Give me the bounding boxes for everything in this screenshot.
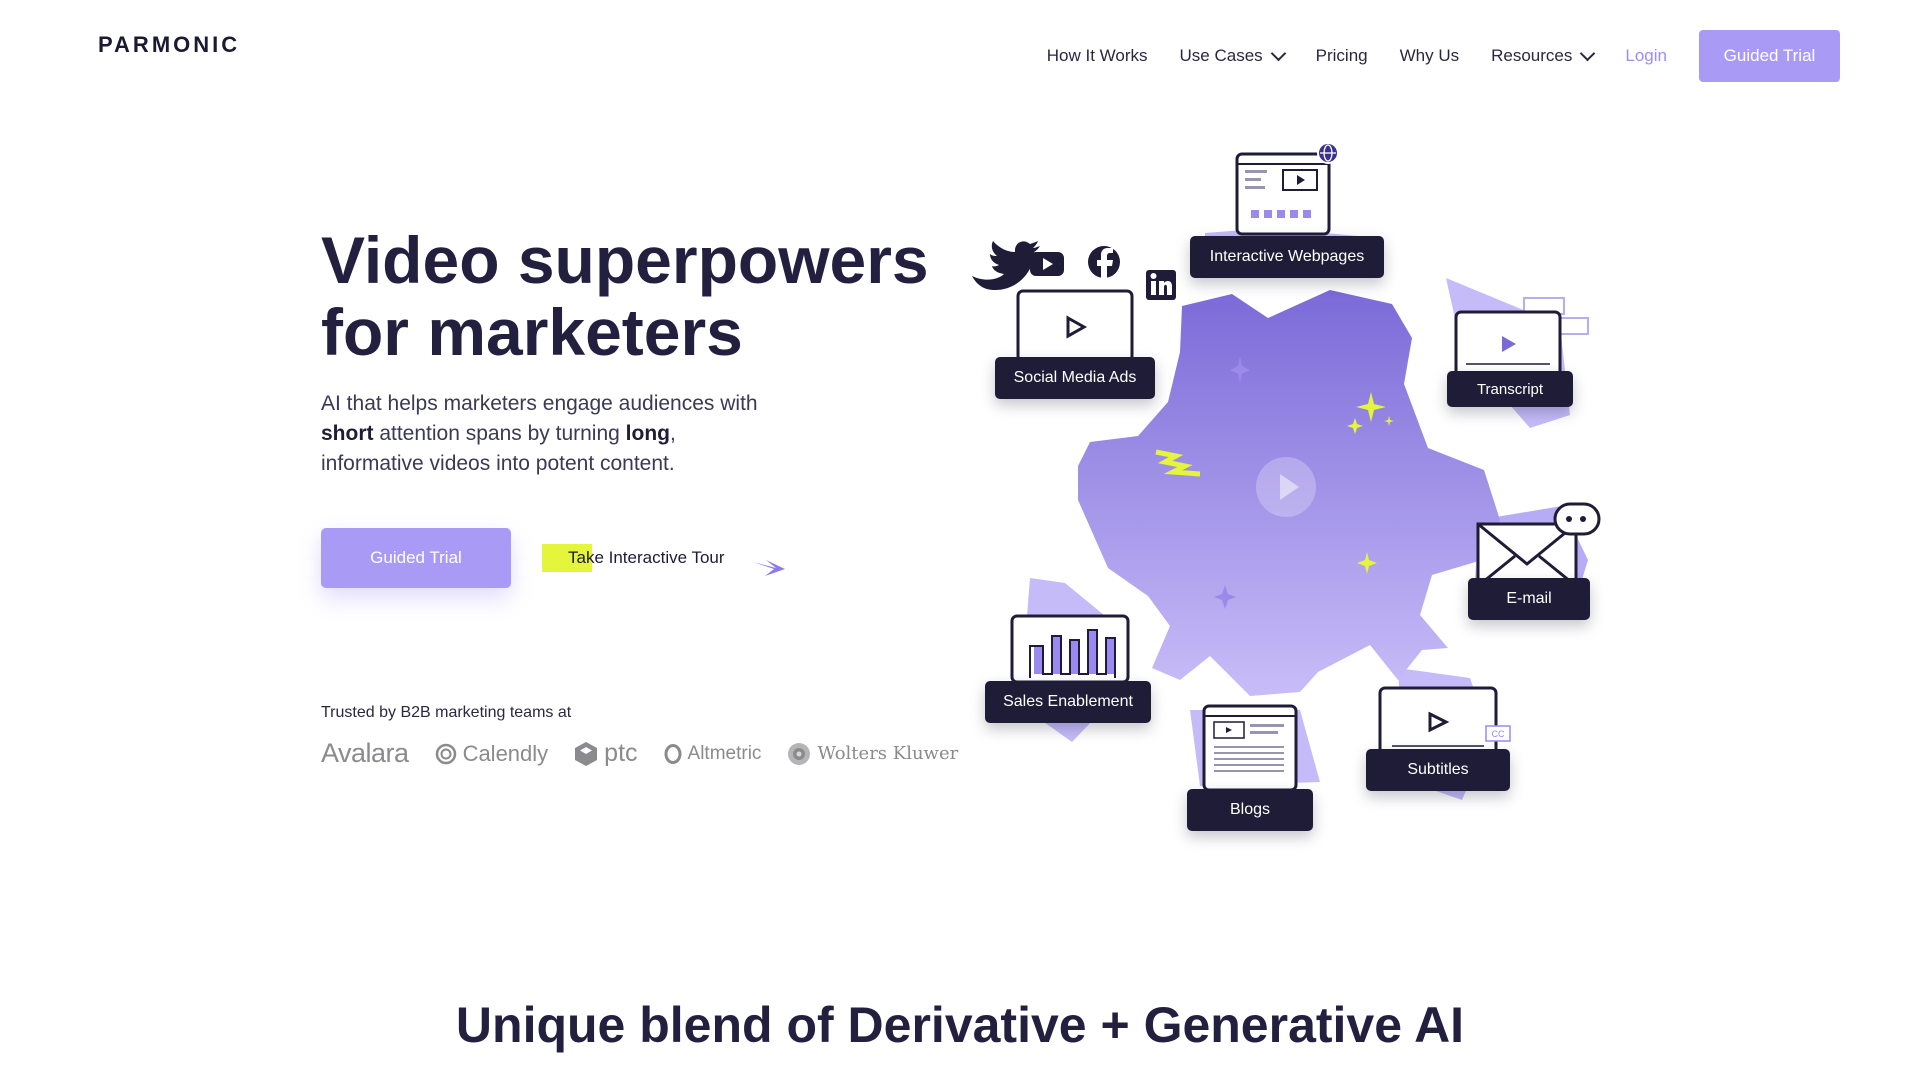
login-link[interactable]: Login bbox=[1625, 46, 1667, 66]
nav-label: How It Works bbox=[1046, 46, 1148, 65]
trusted-by-label: Trusted by B2B marketing teams at bbox=[321, 704, 572, 721]
nav-why-us[interactable]: Why Us bbox=[1400, 30, 1460, 82]
twitter-icon bbox=[972, 241, 1040, 290]
hero-title-line1: Video superpowers bbox=[321, 223, 929, 297]
logo-text: Calendly bbox=[462, 740, 549, 766]
nav-label: Use Cases bbox=[1179, 46, 1263, 65]
section-title: Unique blend of Derivative + Generative … bbox=[455, 997, 1465, 1053]
hero-guided-trial-button[interactable]: Guided Trial bbox=[321, 528, 511, 588]
wolters-kluwer-icon bbox=[788, 742, 811, 765]
facebook-icon bbox=[1088, 246, 1120, 278]
blob-email bbox=[1474, 506, 1588, 612]
chevron-down-icon bbox=[1270, 45, 1286, 62]
logo-text: ptc bbox=[604, 739, 638, 767]
central-gear-shape bbox=[1078, 290, 1500, 696]
blob-blogs bbox=[1190, 710, 1320, 786]
subtitles-frame bbox=[1378, 686, 1498, 756]
cc-badge bbox=[1485, 725, 1511, 742]
brand-logo[interactable]: PARMONIC bbox=[98, 32, 240, 58]
nav-how-it-works[interactable]: How It Works bbox=[1047, 30, 1148, 82]
subtitle-text: AI that helps marketers engage audiences… bbox=[321, 392, 758, 415]
nav-label: Pricing bbox=[1315, 46, 1368, 65]
ptc-logo: ptc bbox=[574, 739, 638, 768]
tag-email: E-mail bbox=[1468, 578, 1590, 620]
center-play-circle bbox=[1256, 457, 1316, 517]
sparkle-icon bbox=[1347, 418, 1363, 434]
transcript-frame bbox=[1454, 310, 1562, 378]
ptc-icon bbox=[575, 741, 598, 766]
cc-badge-text: CC bbox=[1492, 729, 1505, 739]
logo-text: Altmetric bbox=[687, 742, 762, 764]
squiggle-icon bbox=[1155, 449, 1201, 477]
hero-title-line2: for marketers bbox=[321, 295, 743, 369]
nav-label: Resources bbox=[1491, 46, 1573, 65]
hero-subtitle: AI that helps marketers engage audiences… bbox=[321, 389, 761, 479]
nav-resources[interactable]: Resources bbox=[1491, 30, 1596, 82]
linkedin-icon bbox=[1146, 270, 1176, 300]
globe-icon bbox=[1317, 142, 1339, 164]
sparkle-icon bbox=[1357, 552, 1377, 574]
hero-title: Video superpowers for marketers bbox=[321, 224, 961, 368]
customer-logos: Avalara Calendly ptc Altmetric Wolters K… bbox=[321, 738, 984, 769]
envelope-icon bbox=[1476, 522, 1578, 588]
blog-page-frame bbox=[1202, 704, 1298, 792]
sparkle-arrow-icon bbox=[753, 560, 785, 576]
sparkle-icon bbox=[1356, 392, 1386, 422]
blob-transcript bbox=[1446, 278, 1570, 428]
top-nav: How It Works Use Cases Pricing Why Us Re… bbox=[1015, 30, 1840, 82]
wolters-kluwer-logo: Wolters Kluwer bbox=[787, 742, 958, 766]
altmetric-icon bbox=[664, 743, 682, 764]
nav-label: Why Us bbox=[1399, 46, 1460, 65]
calendly-logo: Calendly bbox=[435, 740, 549, 767]
avalara-logo: Avalara bbox=[321, 738, 409, 769]
interactive-tour-link[interactable]: Take Interactive Tour bbox=[542, 544, 725, 572]
tour-link-label: Take Interactive Tour bbox=[568, 548, 725, 567]
altmetric-logo: Altmetric bbox=[664, 742, 762, 765]
chat-bubble-icon bbox=[1553, 502, 1601, 536]
tag-blogs: Blogs bbox=[1187, 789, 1313, 831]
calendly-icon bbox=[435, 743, 456, 764]
blob-webpages bbox=[1205, 228, 1358, 265]
tag-social-media-ads: Social Media Ads bbox=[995, 357, 1155, 399]
blob-subtitles bbox=[1398, 668, 1490, 800]
hero-illustration: CC Interactive Webpages Social Media Ads… bbox=[0, 0, 1920, 1080]
subtitle-bold-long: long bbox=[625, 422, 670, 445]
nav-guided-trial-button[interactable]: Guided Trial bbox=[1699, 30, 1840, 82]
tag-subtitles: Subtitles bbox=[1366, 749, 1510, 791]
play-icon bbox=[1280, 474, 1299, 500]
youtube-icon bbox=[1030, 252, 1064, 276]
subtitle-bold-short: short bbox=[321, 422, 374, 445]
nav-pricing[interactable]: Pricing bbox=[1316, 30, 1368, 82]
chevron-down-icon bbox=[1580, 45, 1596, 62]
bar-chart-frame bbox=[1010, 614, 1130, 684]
nav-use-cases[interactable]: Use Cases bbox=[1179, 30, 1286, 82]
tag-interactive-webpages: Interactive Webpages bbox=[1190, 236, 1384, 278]
tag-sales-enablement: Sales Enablement bbox=[985, 681, 1151, 723]
sparkle-icon bbox=[1214, 585, 1236, 609]
sparkle-icon bbox=[1230, 356, 1250, 384]
webpage-frame bbox=[1235, 152, 1331, 236]
social-video-frame bbox=[1016, 289, 1134, 363]
logo-text: Avalara bbox=[321, 738, 409, 768]
logo-text: Wolters Kluwer bbox=[817, 743, 959, 764]
subtitle-text: attention spans by turning bbox=[373, 422, 626, 445]
blob-sales bbox=[1020, 578, 1112, 742]
illustration-graphics: CC bbox=[972, 142, 1601, 800]
sparkle-icon bbox=[1384, 416, 1394, 426]
tag-transcript: Transcript bbox=[1447, 371, 1573, 407]
